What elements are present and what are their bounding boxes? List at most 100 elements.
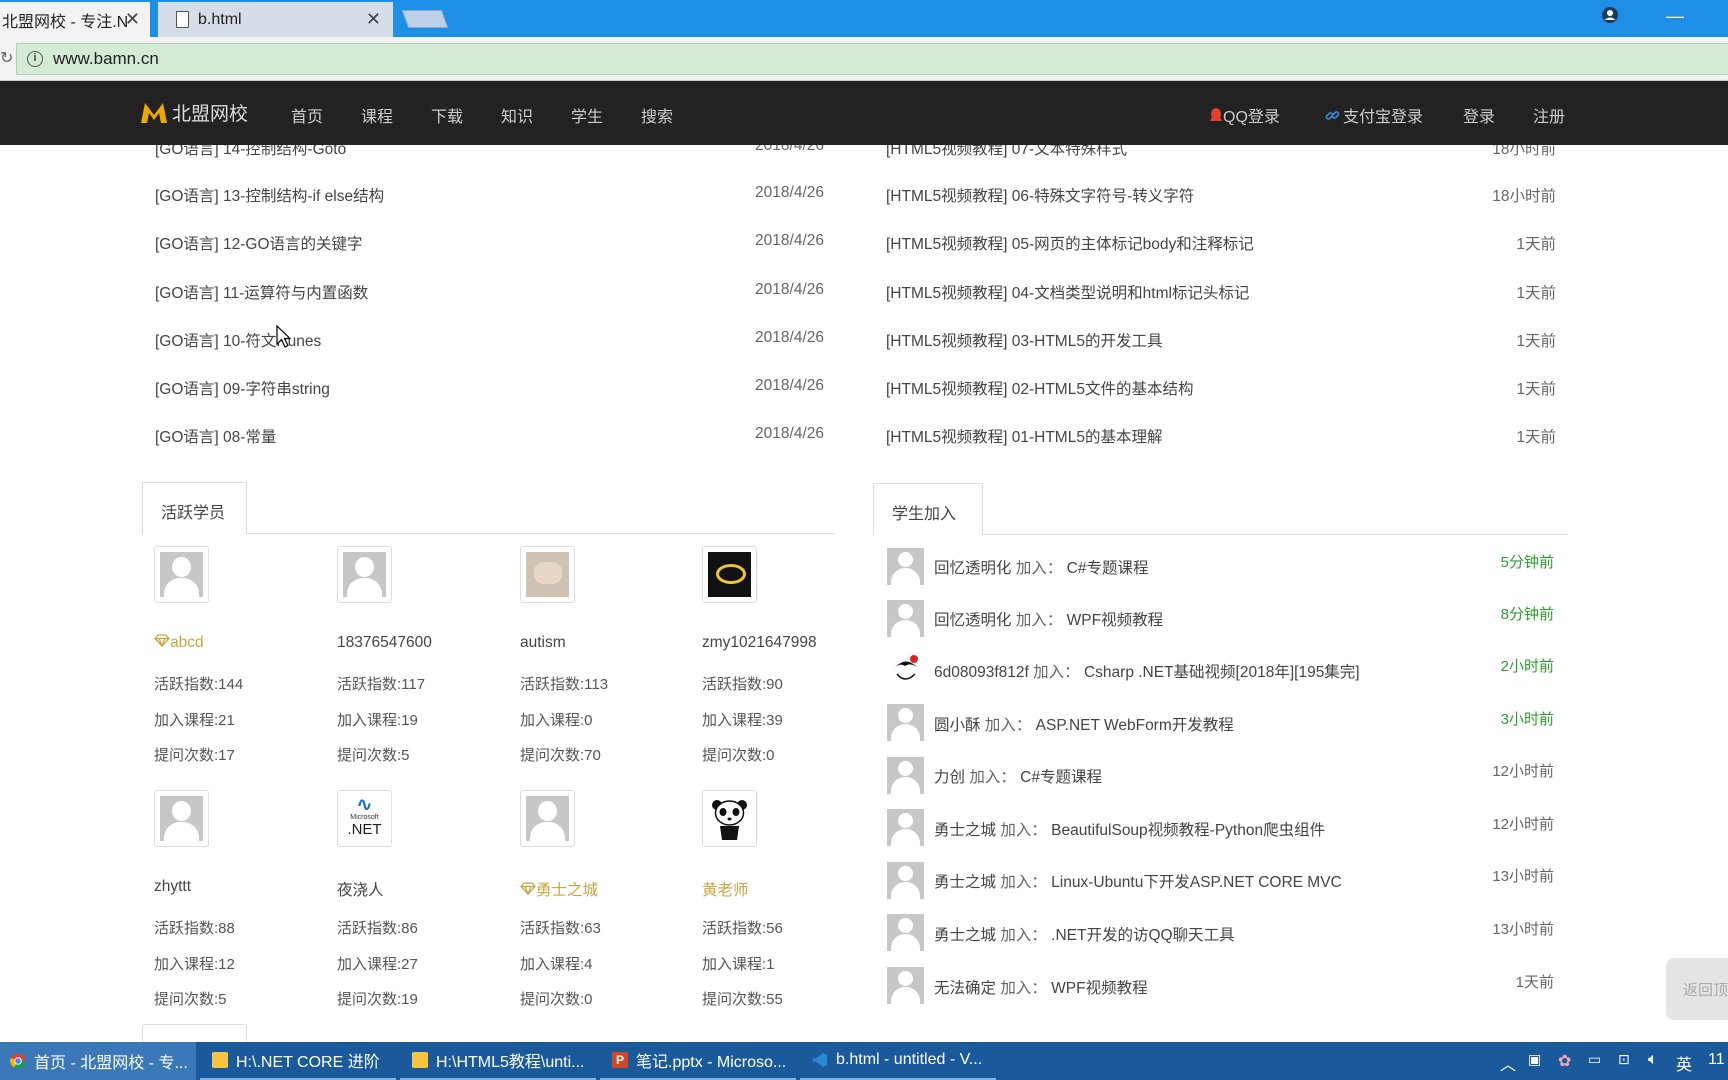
list-item-title[interactable]: [HTML5视频教程] 05-网页的主体标记body和注释标记: [886, 232, 1254, 254]
avatar[interactable]: [887, 967, 924, 1004]
joined-courses: 加入课程:39: [702, 712, 783, 729]
list-item-date: 1天前: [1516, 236, 1556, 253]
avatar[interactable]: [520, 790, 575, 847]
monitor-icon[interactable]: ⊡: [1618, 1051, 1630, 1068]
question-count: 提问次数:17: [154, 747, 235, 764]
list-item-title[interactable]: [HTML5视频教程] 02-HTML5文件的基本结构: [886, 377, 1193, 399]
avatar[interactable]: [887, 757, 924, 794]
username-vip[interactable]: 黄老师: [702, 878, 749, 900]
flower-icon[interactable]: ✿: [1558, 1051, 1571, 1071]
question-count: 提问次数:0: [520, 991, 593, 1008]
profile-icon[interactable]: [1601, 6, 1619, 29]
username[interactable]: 夜浇人: [337, 878, 384, 900]
join-user: 勇士之城: [934, 874, 997, 891]
volume-icon[interactable]: 🔈︎: [1648, 1051, 1658, 1069]
avatar[interactable]: [520, 546, 575, 603]
avatar[interactable]: [887, 600, 924, 637]
avatar[interactable]: [337, 546, 392, 603]
close-icon[interactable]: ✕: [125, 9, 140, 30]
taskbar-item-folder[interactable]: H:\.NET CORE 进阶: [200, 1042, 396, 1080]
battery-icon[interactable]: ▭: [1588, 1051, 1601, 1068]
network-icon[interactable]: ▣: [1528, 1051, 1541, 1068]
nav-search[interactable]: 搜索: [641, 103, 673, 127]
avatar[interactable]: [154, 546, 209, 603]
ime-indicator[interactable]: 英: [1676, 1051, 1692, 1075]
list-item-title[interactable]: [HTML5视频教程] 06-特殊文字符号-转义字符: [886, 184, 1194, 206]
username[interactable]: zhyttt: [154, 878, 191, 896]
nav-courses[interactable]: 课程: [361, 103, 393, 127]
taskbar-item-folder[interactable]: H:\HTML5教程\unti...: [400, 1042, 596, 1080]
list-item-title[interactable]: [GO语言] 11-运算符与内置函数: [155, 281, 368, 303]
taskbar-item-vscode[interactable]: b.html - untitled - V...: [800, 1042, 996, 1080]
qq-login-link[interactable]: QQ登录: [1209, 103, 1280, 127]
join-time: 1天前: [1515, 974, 1554, 991]
list-item-title[interactable]: [HTML5视频教程] 03-HTML5的开发工具: [886, 329, 1162, 351]
avatar[interactable]: [887, 809, 924, 846]
info-icon[interactable]: i: [27, 51, 43, 67]
avatar[interactable]: [887, 914, 924, 951]
next-panel-tab[interactable]: [142, 1024, 247, 1042]
avatar[interactable]: [887, 704, 924, 741]
join-entry[interactable]: 无法确定 加入： WPF视频教程: [934, 976, 1148, 998]
nav-students[interactable]: 学生: [571, 103, 603, 127]
list-item-title[interactable]: [GO语言] 09-字符串string: [155, 377, 330, 399]
username[interactable]: zmy1021647998: [702, 634, 817, 652]
taskbar-item-chrome[interactable]: 首页 - 北盟网校 - 专...: [0, 1042, 196, 1080]
new-tab-button[interactable]: [401, 10, 449, 28]
diamond-icon: [520, 882, 536, 896]
username[interactable]: 18376547600: [337, 634, 432, 652]
avatar[interactable]: [702, 790, 757, 847]
nav-home[interactable]: 首页: [291, 103, 323, 127]
join-entry[interactable]: 勇士之城 加入： Linux-Ubuntu下开发ASP.NET CORE MVC: [934, 870, 1342, 892]
avatar[interactable]: [887, 548, 924, 585]
taskbar-item-powerpoint[interactable]: P 笔记.pptx - Microso...: [600, 1042, 796, 1080]
login-link[interactable]: 登录: [1463, 103, 1495, 127]
list-item-title[interactable]: [GO语言] 13-控制结构-if else结构: [155, 184, 384, 206]
site-logo[interactable]: 北盟网校: [140, 99, 248, 126]
join-entry[interactable]: 圆小酥 加入： ASP.NET WebForm开发教程: [934, 713, 1234, 735]
url-field[interactable]: i www.bamn.cn: [16, 43, 1728, 75]
join-course: WPF视频教程: [1066, 612, 1164, 629]
minimize-icon[interactable]: —: [1666, 6, 1684, 27]
alipay-login-link[interactable]: 支付宝登录: [1325, 103, 1423, 127]
username[interactable]: autism: [520, 634, 566, 652]
question-count: 提问次数:70: [520, 747, 601, 764]
username-vip[interactable]: 勇士之城: [520, 878, 598, 900]
join-entry[interactable]: 6d08093f812f 加入： Csharp .NET基础视频[2018年][…: [934, 660, 1360, 682]
avatar[interactable]: ∿ Microsoft .NET: [337, 790, 392, 847]
nav-download[interactable]: 下载: [431, 103, 463, 127]
close-icon[interactable]: ✕: [366, 9, 381, 30]
tab-active-students[interactable]: 活跃学员: [142, 482, 247, 534]
list-item-title[interactable]: [GO语言] 10-符文Runes: [155, 329, 321, 351]
list-item-title[interactable]: [HTML5视频教程] 04-文档类型说明和html标记头标记: [886, 281, 1249, 303]
list-item-title[interactable]: [GO语言] 12-GO语言的关键字: [155, 232, 363, 254]
chevron-up-icon[interactable]: ︿: [1500, 1051, 1516, 1075]
tab-student-join[interactable]: 学生加入: [873, 483, 983, 535]
tab-title: 北盟网校 - 专注.N: [2, 13, 129, 31]
reload-icon[interactable]: ↻: [0, 48, 13, 68]
avatar[interactable]: [887, 652, 924, 689]
activity-index: 活跃指数:56: [702, 920, 783, 937]
browser-tab-active[interactable]: 北盟网校 - 专注.N ✕: [0, 2, 150, 37]
browser-tab[interactable]: b.html ✕: [158, 2, 393, 37]
register-link[interactable]: 注册: [1533, 103, 1565, 127]
avatar[interactable]: [887, 862, 924, 899]
joined-courses: 加入课程:21: [154, 712, 235, 729]
nav-knowledge[interactable]: 知识: [501, 103, 533, 127]
join-entry[interactable]: 力创 加入： C#专题课程: [934, 765, 1102, 787]
clock[interactable]: 11: [1708, 1051, 1725, 1069]
logo-icon: [141, 102, 167, 123]
question-count: 提问次数:19: [337, 991, 418, 1008]
join-entry[interactable]: 回忆透明化 加入： C#专题课程: [934, 556, 1148, 578]
join-entry[interactable]: 勇士之城 加入： .NET开发的访QQ聊天工具: [934, 923, 1235, 945]
join-entry[interactable]: 回忆透明化 加入： WPF视频教程: [934, 608, 1163, 630]
list-item-title[interactable]: [HTML5视频教程] 01-HTML5的基本理解: [886, 425, 1162, 447]
list-item-title[interactable]: [GO语言] 08-常量: [155, 425, 276, 447]
username-vip[interactable]: abcd: [154, 634, 204, 652]
activity-index: 活跃指数:86: [337, 920, 418, 937]
join-course: C#专题课程: [1020, 769, 1102, 786]
avatar[interactable]: [154, 790, 209, 847]
join-entry[interactable]: 勇士之城 加入： BeautifulSoup视频教程-Python爬虫组件: [934, 818, 1325, 840]
avatar[interactable]: [702, 546, 757, 603]
back-to-top-button[interactable]: 返回顶: [1666, 958, 1728, 1020]
